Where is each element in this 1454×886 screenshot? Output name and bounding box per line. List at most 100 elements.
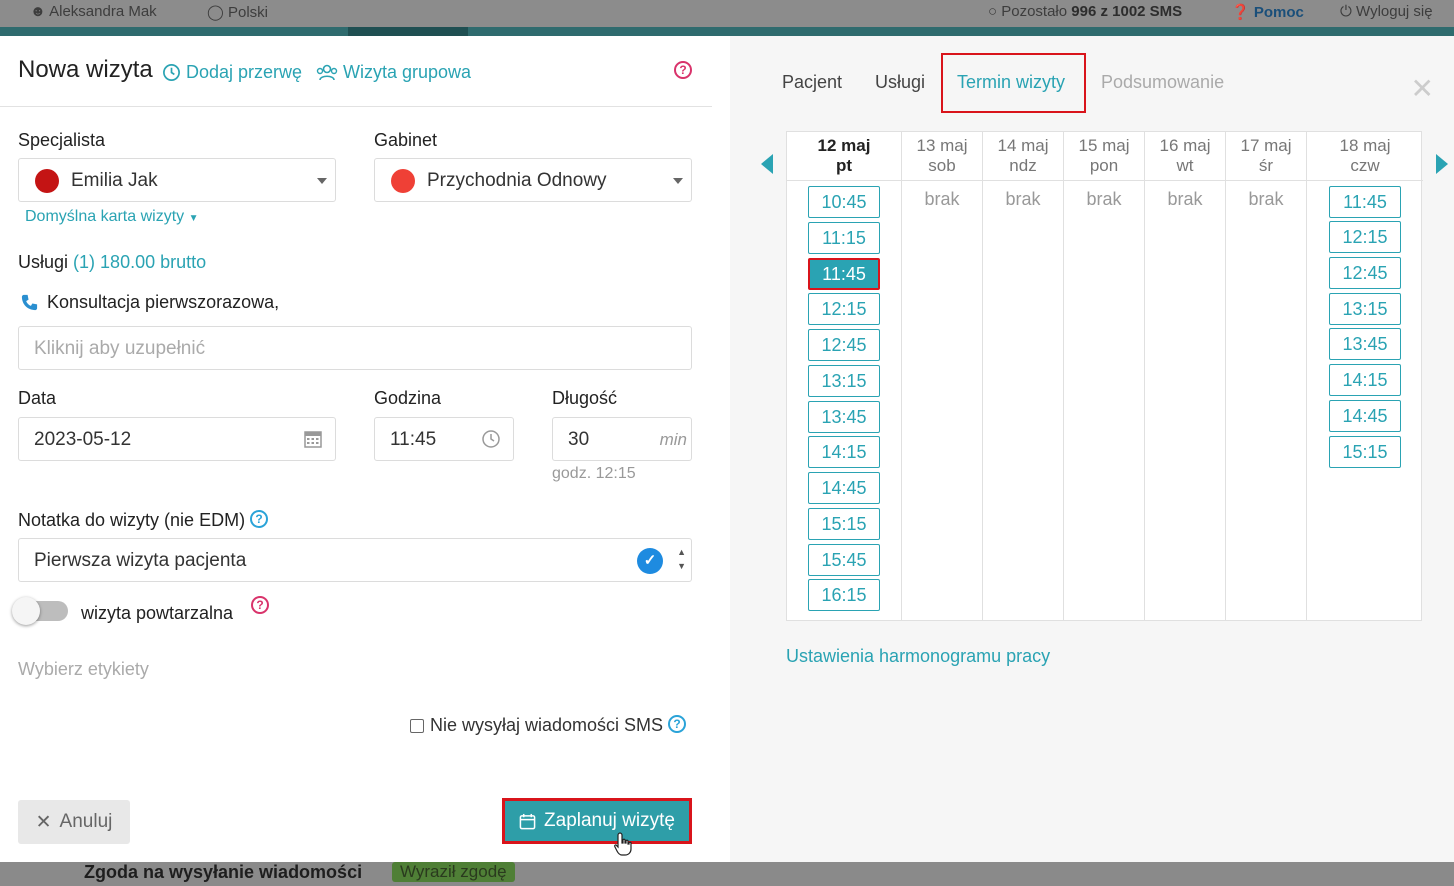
day-weekday: wt bbox=[1176, 156, 1194, 175]
user-menu[interactable]: ☻ Aleksandra Mak bbox=[30, 3, 157, 20]
no-sms-option: Nie wysyłaj wiadomości SMS bbox=[410, 715, 663, 736]
time-slot[interactable]: 14:15 bbox=[1329, 364, 1401, 396]
note-heading: Notatka do wizyty (nie EDM) bbox=[18, 510, 245, 531]
sms-counter: ○ Pozostało 996 z 1002 SMS bbox=[988, 3, 1182, 20]
time-slot[interactable]: 14:45 bbox=[808, 472, 880, 504]
day-weekday: śr bbox=[1258, 156, 1274, 175]
time-slot[interactable]: 15:15 bbox=[1329, 436, 1401, 468]
time-slot[interactable]: 12:45 bbox=[808, 329, 880, 361]
day-weekday: czw bbox=[1350, 156, 1380, 175]
time-slot[interactable]: 15:45 bbox=[808, 544, 880, 576]
cancel-button[interactable]: ✕ Anuluj bbox=[18, 800, 130, 844]
add-break-link[interactable]: Dodaj przerwę bbox=[162, 62, 302, 83]
time-slot[interactable]: 11:15 bbox=[808, 222, 880, 254]
day-header: 13 maj sob bbox=[902, 136, 982, 176]
day-date: 16 maj bbox=[1159, 136, 1211, 155]
service-input[interactable]: Kliknij aby uzupełnić bbox=[18, 326, 692, 370]
no-slots-label: brak bbox=[1248, 189, 1284, 209]
calendar-icon bbox=[304, 431, 322, 448]
recurring-label: wizyta powtarzalna bbox=[81, 603, 234, 623]
services-summary[interactable]: (1) 180.00 brutto bbox=[73, 252, 206, 272]
office-label: Gabinet bbox=[374, 130, 438, 150]
date-input[interactable]: 2023-05-12 bbox=[18, 417, 336, 461]
scheduling-panel: Pacjent Usługi Termin wizyty Podsumowani… bbox=[730, 36, 1454, 862]
help-label: Pomoc bbox=[1253, 4, 1304, 21]
time-slot[interactable]: 13:15 bbox=[808, 365, 880, 397]
globe-icon: ◯ bbox=[207, 4, 224, 21]
time-value: 11:45 bbox=[390, 429, 437, 450]
services-label: Usługi bbox=[18, 252, 69, 272]
office-select[interactable]: Przychodnia Odnowy bbox=[374, 158, 692, 202]
close-icon[interactable]: ✕ bbox=[1411, 72, 1434, 105]
time-slot[interactable]: 16:15 bbox=[808, 579, 880, 611]
time-slot[interactable]: 15:15 bbox=[808, 508, 880, 540]
spinner-arrows-icon[interactable]: ▲ ▼ bbox=[677, 545, 686, 573]
day-weekday: sob bbox=[928, 156, 956, 175]
recurring-help-icon[interactable]: ? bbox=[251, 596, 269, 614]
tab-summary[interactable]: Podsumowanie bbox=[1101, 72, 1224, 93]
tab-services[interactable]: Usługi bbox=[875, 72, 925, 93]
time-slot[interactable]: 11:45 bbox=[1329, 186, 1401, 218]
specialist-color-dot bbox=[35, 169, 59, 193]
day-header: 16 maj wt bbox=[1145, 136, 1225, 176]
default-card-dropdown[interactable]: Domyślna karta wizyty ▼ bbox=[25, 208, 199, 226]
time-slot[interactable]: 12:45 bbox=[1329, 257, 1401, 289]
day-column: 16 maj wt brak bbox=[1145, 132, 1226, 620]
chevron-down-icon bbox=[673, 178, 683, 184]
time-slot[interactable]: 14:45 bbox=[1329, 400, 1401, 432]
hand-cursor-icon bbox=[614, 832, 632, 856]
no-sms-label: Nie wysyłaj wiadomości SMS bbox=[430, 715, 664, 735]
day-date: 14 maj bbox=[997, 136, 1049, 155]
no-sms-checkbox[interactable] bbox=[410, 718, 424, 733]
no-slots-label: brak bbox=[924, 189, 960, 209]
user-name: Aleksandra Mak bbox=[49, 3, 157, 20]
tags-select[interactable]: Wybierz etykiety bbox=[18, 659, 149, 680]
end-time: godz. 12:15 bbox=[552, 465, 636, 482]
visit-form-panel: Nowa wizyta Dodaj przerwę Wizyta grupowa… bbox=[0, 36, 730, 862]
help-link[interactable]: ❓ Pomoc bbox=[1231, 3, 1304, 21]
day-header: 18 maj czw bbox=[1307, 136, 1423, 176]
language-menu[interactable]: ◯ Polski bbox=[207, 3, 268, 21]
service-input-placeholder: Kliknij aby uzupełnić bbox=[34, 338, 206, 359]
specialist-label: Specjalista bbox=[18, 130, 106, 150]
caret-down-icon: ▼ bbox=[188, 213, 199, 224]
language-label: Polski bbox=[227, 4, 268, 21]
time-input[interactable]: 11:45 bbox=[374, 417, 514, 461]
note-help-icon[interactable]: ? bbox=[250, 510, 268, 528]
help-icon[interactable]: ? bbox=[674, 61, 692, 79]
time-slot[interactable]: 13:45 bbox=[808, 401, 880, 433]
toggle-knob bbox=[12, 597, 40, 625]
time-slot[interactable]: 12:15 bbox=[808, 293, 880, 325]
time-slot[interactable]: 10:45 bbox=[808, 186, 880, 218]
check-icon: ✓ bbox=[637, 548, 663, 574]
time-slot-selected[interactable]: 11:45 bbox=[808, 258, 880, 290]
time-slot[interactable]: 14:15 bbox=[808, 436, 880, 468]
day-column: 15 maj pon brak bbox=[1064, 132, 1145, 620]
time-slot[interactable]: 13:45 bbox=[1329, 328, 1401, 360]
next-week-arrow-icon[interactable] bbox=[1436, 154, 1448, 174]
day-column: 14 maj ndz brak bbox=[983, 132, 1064, 620]
time-slot[interactable]: 12:15 bbox=[1329, 221, 1401, 253]
day-date: 13 maj bbox=[916, 136, 968, 155]
note-input[interactable]: Pierwsza wizyta pacjenta ✓ ▲ ▼ bbox=[18, 538, 692, 582]
cancel-label: Anuluj bbox=[59, 811, 113, 832]
logout-link[interactable]: ⏻ Wyloguj się bbox=[1340, 3, 1433, 20]
time-label: Godzina bbox=[374, 388, 442, 408]
day-weekday: pon bbox=[1089, 156, 1119, 175]
service-item-label: Konsultacja pierwszorazowa, bbox=[47, 292, 280, 312]
chat-icon: ○ bbox=[988, 3, 998, 20]
length-input[interactable]: 30 min bbox=[552, 417, 692, 461]
schedule-button[interactable]: Zaplanuj wizytę bbox=[502, 798, 692, 844]
schedule-settings-link[interactable]: Ustawienia harmonogramu pracy bbox=[786, 646, 1050, 667]
phone-icon bbox=[21, 294, 38, 311]
prev-week-arrow-icon[interactable] bbox=[761, 154, 773, 174]
specialist-select[interactable]: Emilia Jak bbox=[18, 158, 336, 202]
recurring-toggle[interactable] bbox=[12, 597, 68, 625]
group-visit-link[interactable]: Wizyta grupowa bbox=[316, 62, 471, 83]
calendar-icon bbox=[519, 813, 536, 829]
note-value: Pierwsza wizyta pacjenta bbox=[34, 550, 247, 571]
close-icon: ✕ bbox=[35, 811, 52, 833]
tab-patient[interactable]: Pacjent bbox=[782, 72, 842, 93]
no-sms-help-icon[interactable]: ? bbox=[668, 715, 686, 733]
time-slot[interactable]: 13:15 bbox=[1329, 293, 1401, 325]
